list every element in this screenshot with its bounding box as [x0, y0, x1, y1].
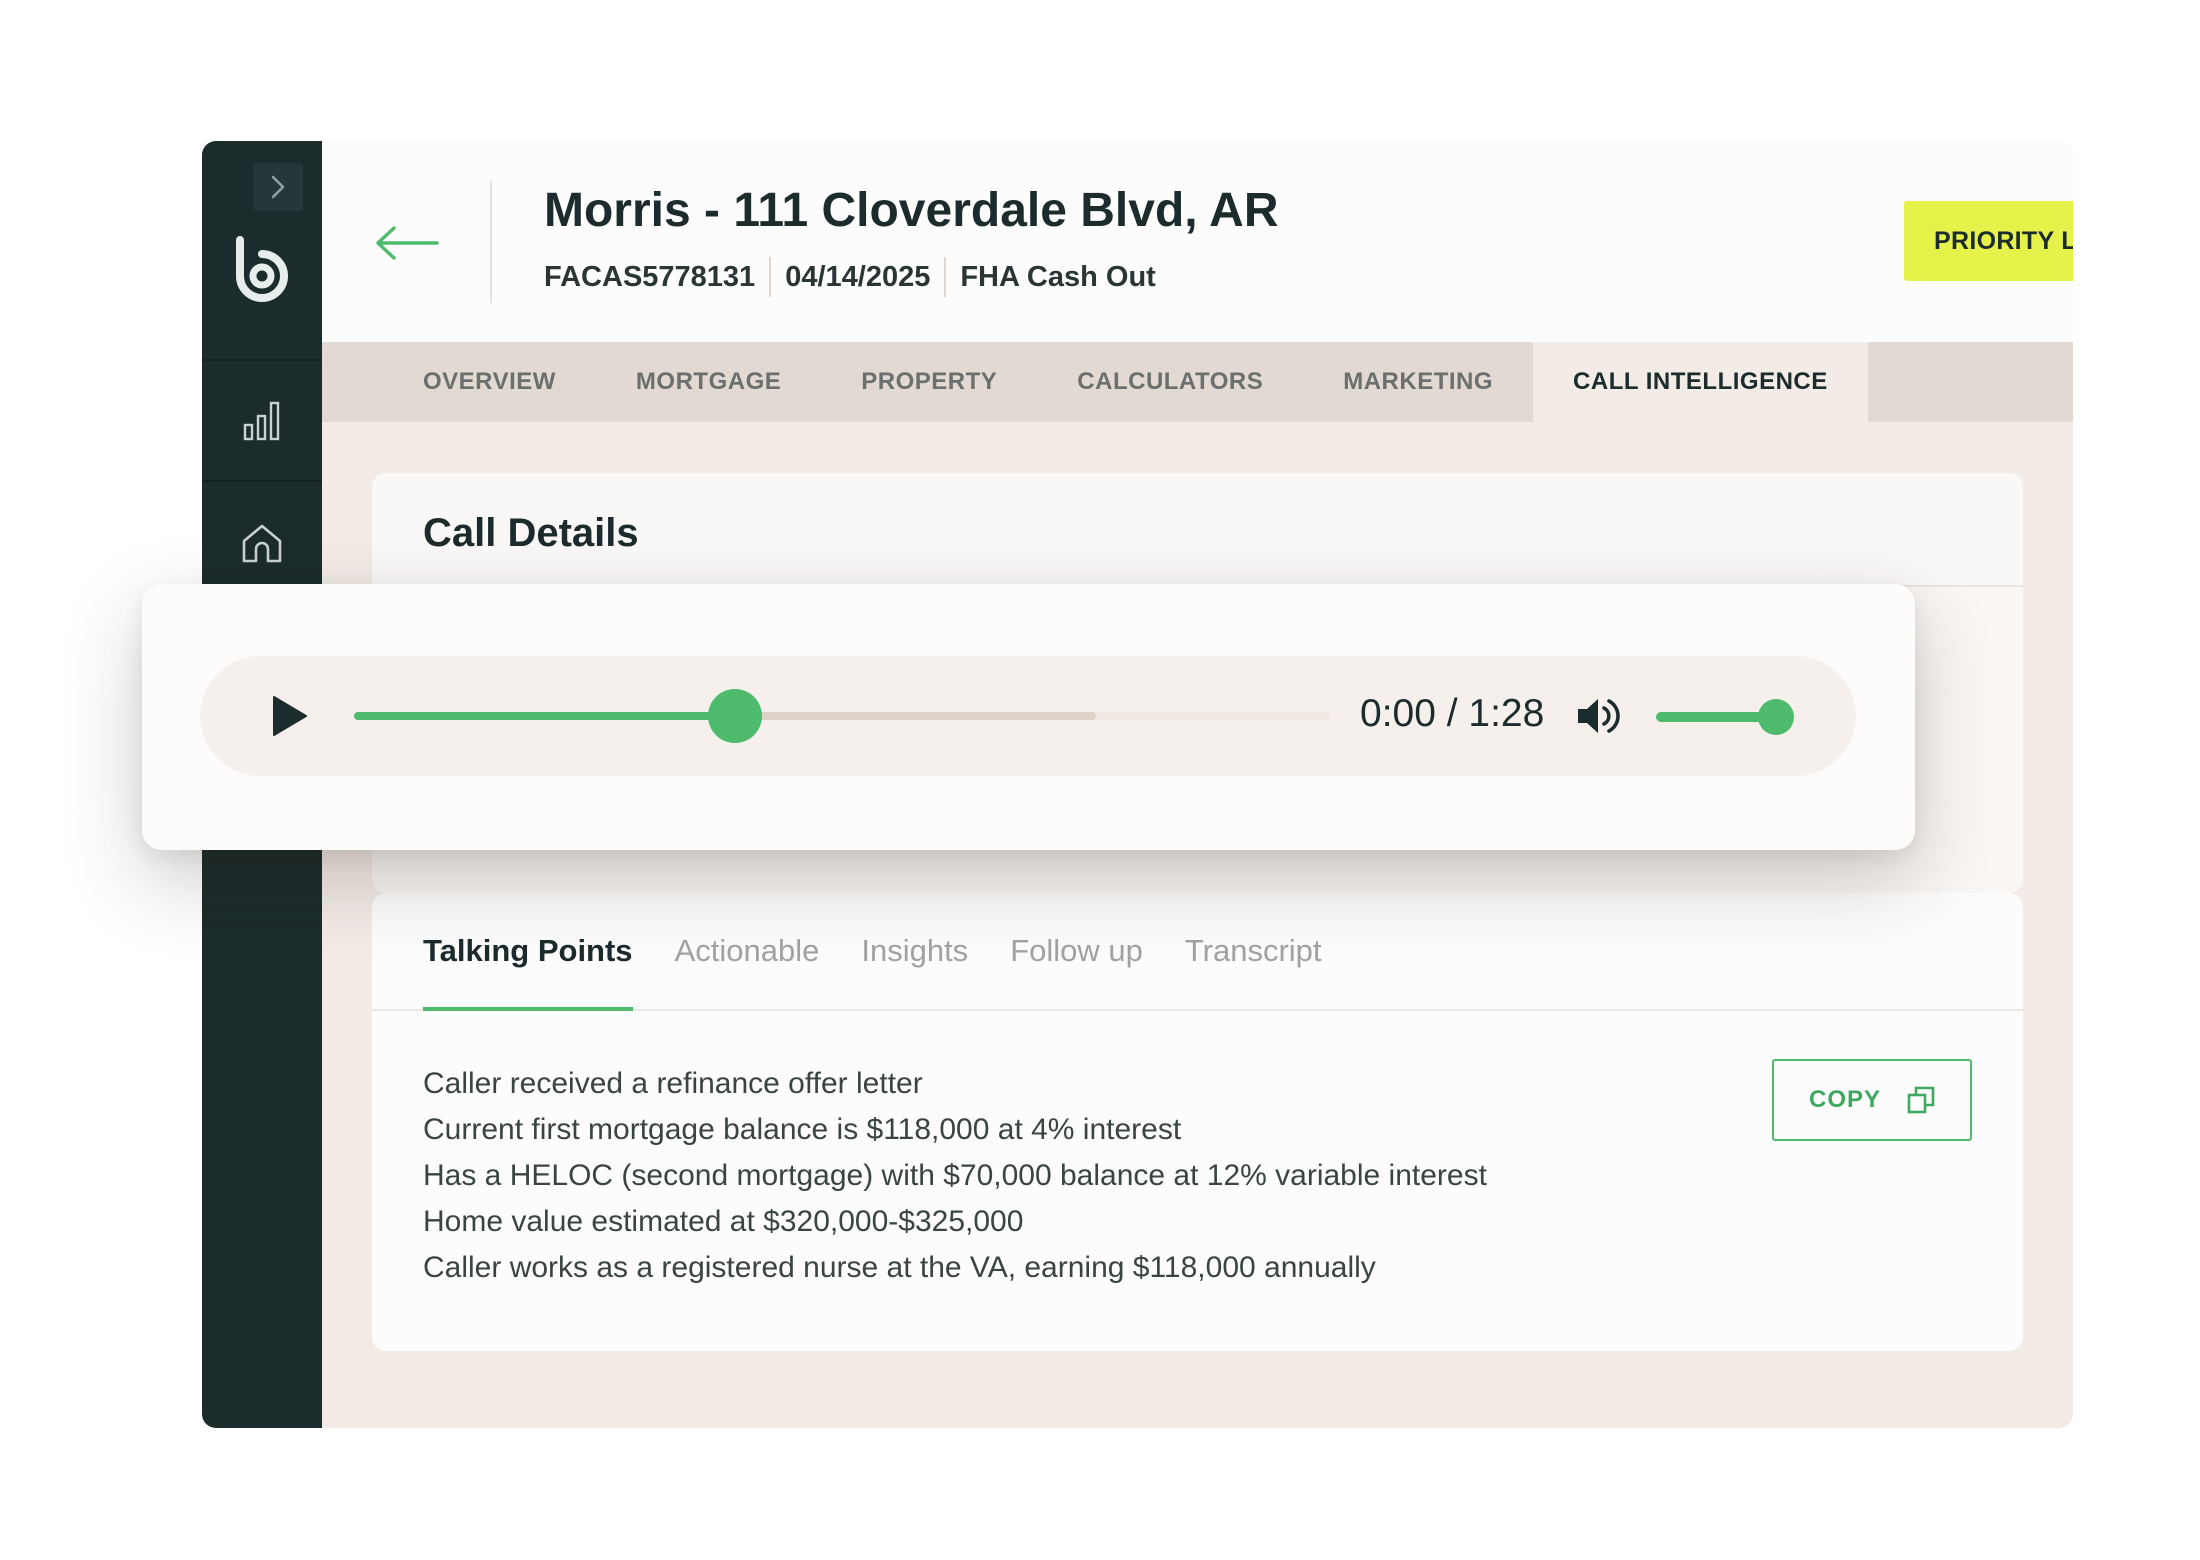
volume-icon[interactable] — [1576, 695, 1622, 737]
audio-time: 0:00 / 1:28 — [1360, 692, 1545, 735]
lead-date: 04/14/2025 — [769, 257, 944, 297]
audio-player-card: 0:00 / 1:28 — [142, 584, 1915, 850]
page-title: Morris - 111 Cloverdale Blvd, AR — [544, 184, 1279, 237]
talking-point: Home value estimated at $320,000-$325,00… — [423, 1205, 1024, 1238]
call-details-title: Call Details — [423, 511, 639, 555]
tab-calculators[interactable]: CALCULATORS — [1037, 342, 1303, 422]
sidebar-item-analytics[interactable] — [240, 399, 284, 443]
back-arrow-icon[interactable] — [374, 221, 440, 265]
audio-progress-handle[interactable] — [707, 689, 762, 743]
talking-points-card: Talking Points Actionable Insights Follo… — [372, 893, 2023, 1351]
lead-header: Morris - 111 Cloverdale Blvd, AR FACAS57… — [322, 141, 2073, 342]
volume-handle[interactable] — [1758, 699, 1795, 735]
loan-id: FACAS5778131 — [544, 261, 756, 293]
audio-progress-fill — [354, 712, 735, 720]
tab-call-intelligence[interactable]: CALL INTELLIGENCE — [1533, 342, 1868, 422]
copy-icon — [1907, 1086, 1935, 1114]
talking-point: Caller works as a registered nurse at th… — [423, 1251, 1376, 1284]
stage: Morris - 111 Cloverdale Blvd, AR FACAS57… — [0, 0, 2200, 1560]
sub-tab-follow-up[interactable]: Follow up — [1010, 893, 1143, 1009]
sub-tab-insights[interactable]: Insights — [861, 893, 968, 1009]
talking-point: Has a HELOC (second mortgage) with $70,0… — [423, 1159, 1487, 1192]
sub-tab-talking-points[interactable]: Talking Points — [423, 893, 633, 1011]
sidebar-divider — [202, 480, 322, 482]
sub-tab-transcript[interactable]: Transcript — [1185, 893, 1322, 1009]
chevron-right-icon — [271, 175, 285, 199]
header-divider — [490, 181, 492, 303]
tab-mortgage[interactable]: MORTGAGE — [596, 342, 821, 422]
call-sub-tabs: Talking Points Actionable Insights Follo… — [372, 893, 2023, 1011]
play-icon[interactable] — [270, 694, 310, 738]
talking-point: Caller received a refinance offer letter — [423, 1067, 923, 1100]
talking-point: Current first mortgage balance is $118,0… — [423, 1113, 1182, 1146]
section-tabs: OVERVIEW MORTGAGE PROPERTY CALCULATORS M… — [322, 342, 2073, 422]
tab-property[interactable]: PROPERTY — [821, 342, 1037, 422]
tab-marketing[interactable]: MARKETING — [1303, 342, 1533, 422]
sidebar-toggle-button[interactable] — [253, 163, 303, 211]
logo-icon — [236, 236, 288, 302]
audio-player: 0:00 / 1:28 — [200, 656, 1856, 776]
audio-progress-track[interactable] — [354, 689, 1330, 743]
sidebar-item-home[interactable] — [240, 521, 284, 565]
tab-overview[interactable]: OVERVIEW — [322, 342, 596, 422]
volume-slider[interactable] — [1656, 699, 1795, 735]
loan-type: FHA Cash Out — [944, 257, 1169, 297]
copy-button[interactable]: COPY — [1772, 1059, 1972, 1141]
bar-chart-icon — [243, 401, 280, 441]
priority-lead-button[interactable]: PRIORITY LEAD — [1904, 201, 2073, 281]
talking-points-list: Caller received a refinance offer letter… — [423, 1061, 1487, 1291]
home-icon — [242, 524, 282, 563]
sub-tab-actionable[interactable]: Actionable — [675, 893, 820, 1009]
lead-meta: FACAS5778131 04/14/2025 FHA Cash Out — [544, 257, 1170, 297]
priority-lead-label: PRIORITY LEAD — [1934, 226, 2073, 255]
sidebar-divider — [202, 359, 322, 361]
copy-label: COPY — [1808, 1086, 1881, 1113]
